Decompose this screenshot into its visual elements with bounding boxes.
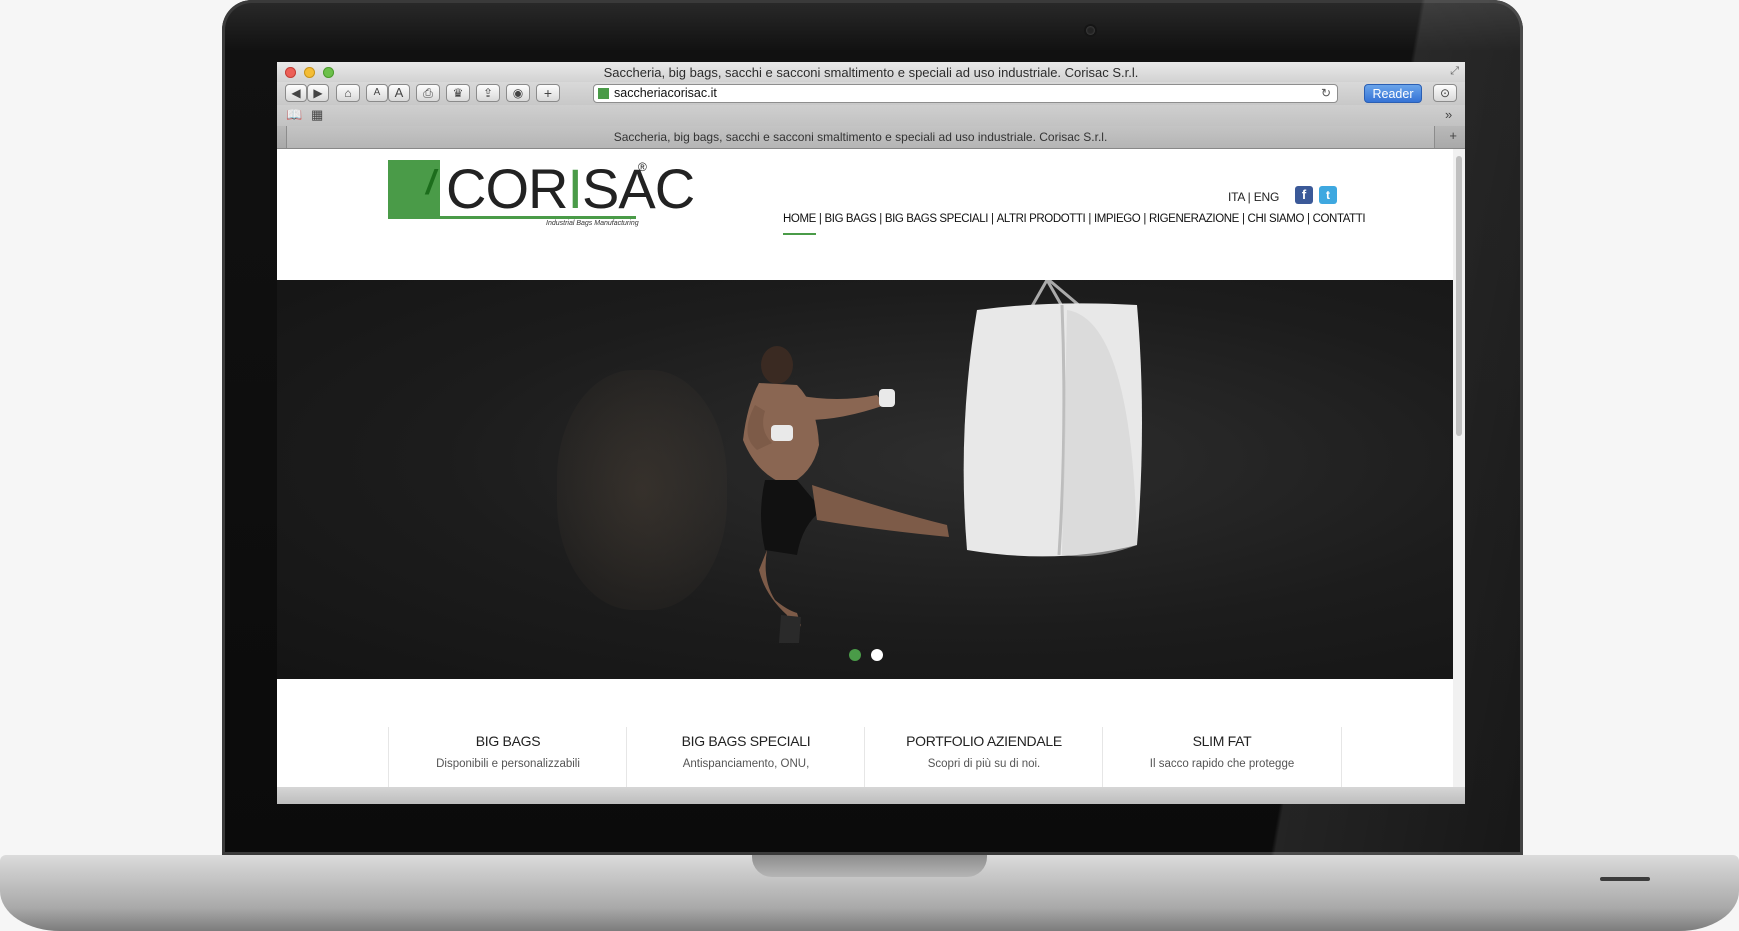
scroll-thumb[interactable] [1456, 156, 1462, 436]
extension-icon: ◉ [512, 86, 524, 100]
text-smaller-button[interactable]: A [366, 84, 388, 102]
nav-item-contatti[interactable]: CONTATTI [1313, 213, 1366, 225]
site-favicon [598, 88, 609, 99]
browser-window: Saccheria, big bags, sacchi e sacconi sm… [277, 62, 1465, 804]
nav-item-rigenerazione[interactable]: RIGENERAZIONE [1149, 213, 1239, 225]
tab-bar: Saccheria, big bags, sacchi e sacconi sm… [277, 126, 1465, 149]
home-button[interactable]: ⌂ [336, 84, 360, 102]
share-button[interactable]: ⇪ [476, 84, 500, 102]
nav-separator: | [991, 213, 994, 225]
facebook-icon[interactable]: f [1295, 186, 1313, 204]
feature-title: PORTFOLIO AZIENDALE [906, 733, 1062, 749]
reading-list-icon[interactable]: 📖 [286, 107, 302, 123]
forward-icon: ▶ [313, 86, 323, 100]
nav-separator: | [1143, 213, 1146, 225]
feature-desc: Disponibili e personalizzabili [436, 758, 580, 770]
forward-button[interactable]: ▶ [307, 84, 329, 102]
nav-item-big-bags-speciali[interactable]: BIG BAGS SPECIALI [885, 213, 989, 225]
logo-tagline: Industrial Bags Manufacturing [546, 220, 639, 227]
download-icon: ⊙ [1439, 86, 1451, 100]
active-tab[interactable]: Saccheria, big bags, sacchi e sacconi sm… [286, 126, 1435, 148]
downloads-button[interactable]: ⊙ [1433, 84, 1457, 102]
feature-title: BIG BAGS [475, 733, 541, 749]
more-bookmarks-icon[interactable]: » [1445, 107, 1452, 122]
registered-mark: ® [638, 160, 647, 174]
extension-button[interactable]: ◉ [506, 84, 530, 102]
back-icon: ◀ [291, 86, 301, 100]
slider-dot-2[interactable] [871, 649, 883, 661]
title-bar: Saccheria, big bags, sacchi e sacconi sm… [277, 62, 1465, 82]
slider-dot-1[interactable] [849, 649, 861, 661]
fullscreen-icon[interactable]: ⤢ [1450, 65, 1459, 78]
corisac-logo[interactable]: / CORISAC ® Industrial Bags Manufacturin… [388, 157, 695, 230]
hero-slider [277, 280, 1453, 679]
nav-item-home[interactable]: HOME [783, 213, 816, 235]
bookmarks-bar: 📖 ▦ » [277, 105, 1465, 126]
feature-slim-fat[interactable]: SLIM FAT Il sacco rapido che protegge [1102, 727, 1342, 787]
nav-separator: | [818, 213, 822, 225]
feature-title: BIG BAGS SPECIALI [681, 733, 811, 749]
reload-icon[interactable]: ↻ [1321, 86, 1331, 100]
nav-separator: | [1241, 213, 1245, 225]
main-nav: HOME | BIG BAGS | BIG BAGS SPECIALI | ALTRI PR… [783, 213, 1366, 235]
nav-separator: | [879, 213, 882, 225]
feature-big-bags[interactable]: BIG BAGS Disponibili e personalizzabili [388, 727, 627, 787]
print-button[interactable]: ⎙ [416, 84, 440, 102]
camera [1086, 26, 1095, 35]
print-icon: ⎙ [423, 86, 433, 100]
laptop-base [0, 855, 1739, 931]
logo-text-part-green: I [567, 157, 583, 220]
text-bigger-button[interactable]: A [388, 84, 410, 102]
twitter-icon[interactable]: t [1319, 186, 1337, 204]
crown-icon: ♛ [452, 86, 464, 100]
logo-underline [388, 216, 636, 219]
share-icon: ⇪ [482, 86, 494, 100]
top-sites-grid-icon[interactable]: ▦ [311, 107, 323, 123]
logo-mark: / [426, 164, 436, 202]
back-button[interactable]: ◀ [285, 84, 307, 102]
top-sites-button[interactable]: ♛ [446, 84, 470, 102]
feature-desc: Antispanciamento, ONU, [682, 758, 810, 770]
home-icon: ⌂ [344, 86, 352, 100]
feature-big-bags-speciali[interactable]: BIG BAGS SPECIALI Antispanciamento, ONU, [626, 727, 865, 787]
bottom-bar [277, 787, 1465, 804]
sleep-indicator [1600, 877, 1650, 881]
nav-item-big-bags[interactable]: BIG BAGS [825, 213, 877, 225]
language-switcher[interactable]: ITA | ENG [1228, 190, 1279, 204]
logo-text-part: COR [446, 157, 568, 220]
feature-desc: Scopri di più su di noi. [927, 758, 1041, 770]
base-notch [752, 855, 987, 877]
add-bookmark-button[interactable]: + [536, 84, 560, 102]
web-page: / CORISAC ® Industrial Bags Manufacturin… [277, 149, 1453, 787]
url-text[interactable]: saccheriacorisac.it [614, 86, 717, 100]
big-bag-image [963, 280, 1142, 557]
address-bar[interactable]: saccheriacorisac.it ↻ [593, 84, 1338, 103]
logo-wordmark: CORISAC [446, 156, 695, 221]
nav-item-chi-siamo[interactable]: CHI SIAMO [1248, 213, 1305, 225]
nav-separator: | [1307, 213, 1310, 225]
nav-separator: | [1088, 213, 1091, 225]
window-title: Saccheria, big bags, sacchi e sacconi sm… [603, 65, 1139, 80]
features-row: BIG BAGS Disponibili e personalizzabili … [388, 727, 1342, 787]
feature-desc: Il sacco rapido che protegge [1149, 758, 1295, 770]
fighter-image [743, 346, 949, 643]
reader-button[interactable]: Reader [1364, 84, 1422, 103]
feature-title: SLIM FAT [1192, 733, 1252, 749]
new-tab-icon[interactable]: + [1449, 128, 1457, 143]
feature-portfolio[interactable]: PORTFOLIO AZIENDALE Scopri di più su di … [864, 727, 1103, 787]
vertical-scrollbar[interactable] [1453, 149, 1465, 787]
nav-item-altri-prodotti[interactable]: ALTRI PRODOTTI [997, 213, 1086, 225]
toolbar: ◀ ▶ ⌂ A A ⎙ ♛ ⇪ ◉ + saccheriacorisac.it … [277, 82, 1465, 105]
nav-item-impiego[interactable]: IMPIEGO [1094, 213, 1141, 225]
